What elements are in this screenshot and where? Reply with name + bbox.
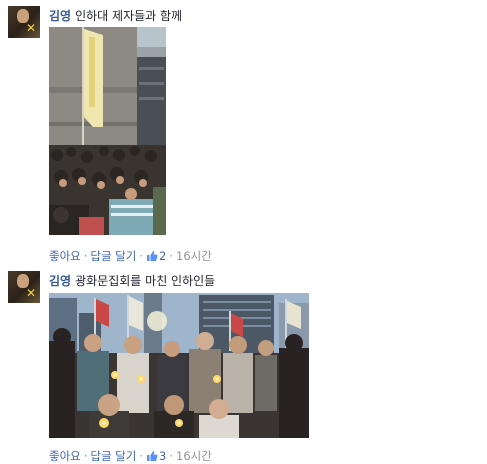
- reaction-count[interactable]: 3: [146, 449, 166, 463]
- yellow-ribbon-icon: ✕: [26, 21, 37, 35]
- author-link[interactable]: 김영: [49, 274, 71, 288]
- comment-time[interactable]: 16시간: [176, 449, 212, 463]
- thumbs-up-icon: [147, 251, 158, 261]
- comment-text: 김영 광화문집회를 마친 인하인들: [49, 273, 215, 289]
- yellow-ribbon-icon: ✕: [26, 286, 37, 300]
- comment-photo[interactable]: [49, 27, 166, 235]
- comment-time[interactable]: 16시간: [176, 249, 212, 263]
- reaction-count-value: 2: [159, 249, 167, 263]
- like-link[interactable]: 좋아요: [49, 449, 81, 463]
- avatar[interactable]: ✕: [8, 271, 40, 303]
- dot-separator: ·: [83, 449, 88, 463]
- like-link[interactable]: 좋아요: [49, 249, 81, 263]
- comment-actions: 좋아요 · 답글 달기 · 3 · 16시간: [49, 449, 212, 463]
- candlelight-group-photo-image: [49, 293, 309, 438]
- reaction-count[interactable]: 2: [146, 249, 166, 263]
- comment-message: 광화문집회를 마친 인하인들: [75, 274, 216, 288]
- dot-separator: ·: [169, 249, 174, 263]
- avatar[interactable]: ✕: [8, 6, 40, 38]
- comment-text: 김영 인하대 제자들과 함께: [49, 8, 182, 24]
- comment-photo[interactable]: [49, 293, 309, 438]
- thumbs-up-icon: [147, 451, 158, 461]
- author-link[interactable]: 김영: [49, 9, 71, 23]
- dot-separator: ·: [139, 249, 144, 263]
- dot-separator: ·: [169, 449, 174, 463]
- reply-link[interactable]: 답글 달기: [90, 249, 136, 263]
- crowd-photo-statue-image: [49, 27, 166, 235]
- comment-message: 인하대 제자들과 함께: [75, 9, 183, 23]
- comment-actions: 좋아요 · 답글 달기 · 2 · 16시간: [49, 249, 212, 263]
- reply-link[interactable]: 답글 달기: [90, 449, 136, 463]
- dot-separator: ·: [139, 449, 144, 463]
- dot-separator: ·: [83, 249, 88, 263]
- reaction-count-value: 3: [159, 449, 167, 463]
